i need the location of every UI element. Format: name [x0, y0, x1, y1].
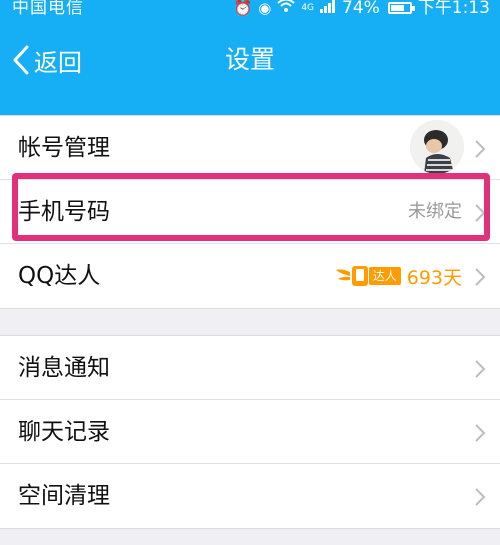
talent-days: 693天: [406, 266, 462, 289]
battery-percent: 74%: [342, 0, 380, 18]
row-label: 空间清理: [18, 483, 110, 509]
battery-level: [390, 5, 404, 11]
chevron-right-icon: [475, 204, 486, 222]
talent-tag: 达人: [368, 267, 401, 285]
phone-status-value: 未绑定: [408, 201, 462, 222]
talent-badge: 达人: [335, 266, 401, 286]
wifi-icon: [277, 0, 295, 20]
chat-history-row[interactable]: 聊天记录: [0, 400, 500, 464]
account-group: 帐号管理 手机号码 未绑定 QQ达人 达人 693天: [0, 115, 500, 309]
alarm-icon: ⏰: [233, 0, 253, 17]
battery-icon: [387, 2, 415, 14]
space-cleanup-row[interactable]: 空间清理: [0, 464, 500, 528]
status-icons: ⏰ ◉ 4G 74% 下午1:13: [234, 0, 490, 20]
avatar: [410, 120, 464, 174]
phone-icon: [351, 266, 368, 286]
page-title: 设置: [224, 45, 275, 74]
row-label: QQ达人: [18, 263, 101, 289]
phone-number-row[interactable]: 手机号码 未绑定: [0, 180, 500, 244]
row-label: 帐号管理: [18, 135, 110, 161]
wing-icon: [335, 269, 350, 281]
chevron-right-icon: [475, 424, 486, 442]
message-notification-row[interactable]: 消息通知: [0, 336, 500, 400]
top-bar: 中国电信 ⏰ ◉ 4G 74% 下午1:13 返回 设置: [0, 0, 500, 120]
row-label: 聊天记录: [18, 419, 110, 445]
chevron-right-icon: [475, 488, 486, 506]
status-bar: 中国电信 ⏰ ◉ 4G 74% 下午1:13: [0, 0, 500, 24]
chevron-right-icon: [475, 140, 486, 158]
talent-info: 达人 693天: [335, 244, 462, 308]
signal-icon: [320, 0, 336, 20]
clock: 下午1:13: [417, 0, 490, 18]
chevron-right-icon: [475, 360, 486, 378]
row-label: 手机号码: [18, 199, 110, 225]
row-label: 消息通知: [18, 355, 110, 381]
settings-group: 消息通知 聊天记录 空间清理: [0, 335, 500, 529]
eye-icon: ◉: [258, 0, 272, 17]
account-management-row[interactable]: 帐号管理: [0, 116, 500, 180]
chevron-right-icon: [475, 268, 486, 286]
network-type: 4G: [301, 3, 315, 13]
qq-talent-row[interactable]: QQ达人 达人 693天: [0, 244, 500, 308]
carrier-label: 中国电信: [12, 0, 84, 18]
